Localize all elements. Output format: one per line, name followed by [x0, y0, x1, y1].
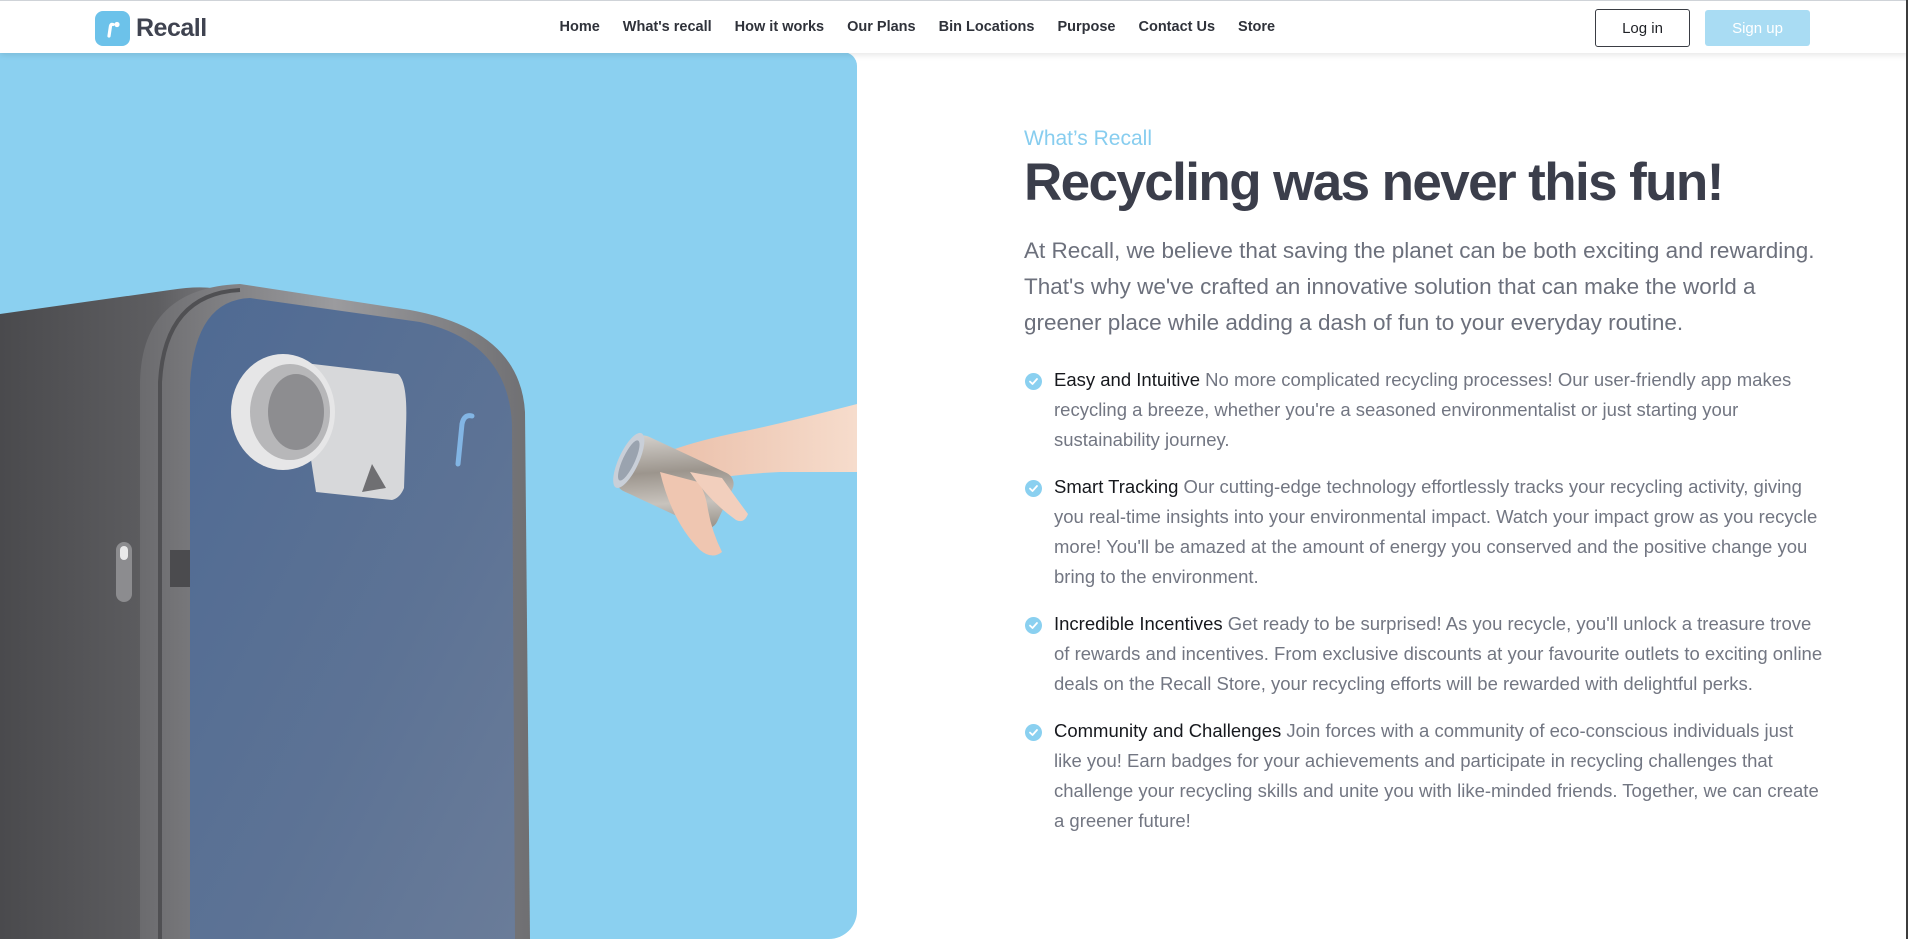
list-item: Easy and Intuitive No more complicated r…	[1024, 365, 1824, 455]
recall-logo-icon	[95, 11, 130, 46]
feature-title: Community and Challenges	[1054, 720, 1287, 741]
section-eyebrow: What’s Recall	[1024, 127, 1152, 150]
nav-item-contact-us[interactable]: Contact Us	[1127, 18, 1227, 36]
nav-item-home[interactable]: Home	[548, 18, 611, 36]
login-button[interactable]: Log in	[1595, 9, 1690, 47]
feature-title: Smart Tracking	[1054, 476, 1184, 497]
site-header: Recall Home What's recall How it works O…	[0, 0, 1908, 53]
recycling-bin-illustration	[0, 284, 857, 939]
nav-item-bin-locations[interactable]: Bin Locations	[927, 18, 1046, 36]
nav-item-store[interactable]: Store	[1227, 18, 1287, 36]
check-circle-icon	[1025, 617, 1042, 634]
list-item: Community and Challenges Join forces wit…	[1024, 716, 1824, 836]
nav-item-our-plans[interactable]: Our Plans	[836, 18, 928, 36]
check-circle-icon	[1025, 480, 1042, 497]
logo-link[interactable]: Recall	[95, 11, 207, 46]
section-intro: At Recall, we believe that saving the pl…	[1024, 238, 1815, 335]
brand-name: Recall	[136, 14, 207, 42]
feature-title: Easy and Intuitive	[1054, 369, 1206, 390]
signup-button[interactable]: Sign up	[1705, 10, 1810, 46]
whats-recall-section: What’s Recall Recycling was never this f…	[1024, 126, 1844, 853]
nav-item-purpose[interactable]: Purpose	[1046, 18, 1127, 36]
check-circle-icon	[1025, 724, 1042, 741]
list-item: Smart Tracking Our cutting-edge technolo…	[1024, 472, 1824, 592]
nav-item-whats-recall[interactable]: What's recall	[611, 18, 723, 36]
feature-list: Easy and Intuitive No more complicated r…	[1024, 365, 1844, 836]
feature-title: Incredible Incentives	[1054, 613, 1228, 634]
section-title: Recycling was never this fun!	[1024, 153, 1724, 212]
main-nav: Home What's recall How it works Our Plan…	[548, 18, 1287, 36]
list-item: Incredible Incentives Get ready to be su…	[1024, 609, 1824, 699]
nav-item-how-it-works[interactable]: How it works	[723, 18, 835, 36]
hero-image	[0, 52, 857, 939]
check-circle-icon	[1025, 373, 1042, 390]
